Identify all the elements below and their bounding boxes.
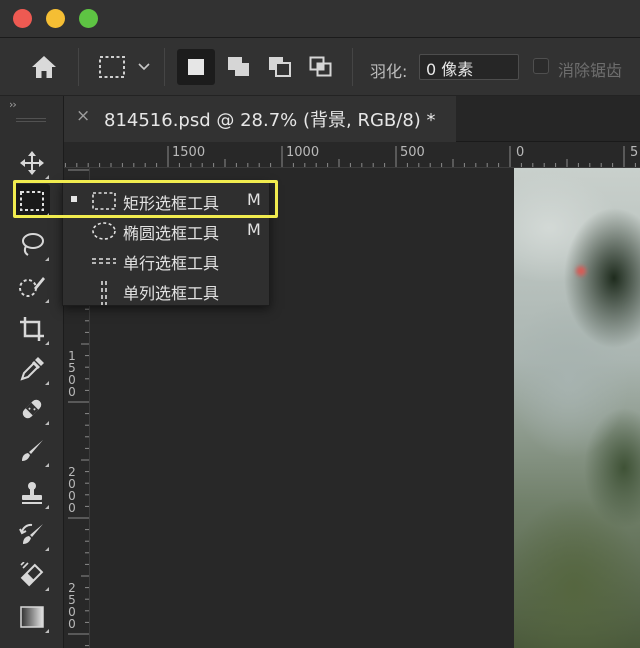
feather-label: 羽化:	[370, 62, 408, 81]
new-selection-icon[interactable]	[177, 49, 215, 85]
add-to-selection-icon[interactable]	[220, 49, 258, 85]
tool-options-bar: 羽化: 0 像素 消除锯齿	[0, 38, 640, 96]
move-tool-icon[interactable]	[14, 146, 50, 180]
chevron-down-icon[interactable]	[134, 54, 154, 80]
eraser-tool-icon[interactable]	[14, 558, 50, 592]
document-image[interactable]	[514, 168, 640, 648]
options-separator	[78, 48, 79, 86]
window-close-button[interactable]	[13, 9, 32, 28]
clone-stamp-tool-icon[interactable]	[14, 476, 50, 510]
document-tab-strip: × 814516.psd @ 28.7% (背景, RGB/8) *	[64, 96, 640, 142]
quick-selection-tool-icon[interactable]	[14, 270, 50, 304]
document-tab[interactable]: × 814516.psd @ 28.7% (背景, RGB/8) *	[64, 96, 456, 142]
ruler-label: 500	[400, 145, 425, 160]
gradient-tool-icon[interactable]	[14, 600, 50, 634]
rect-marquee-preset-icon[interactable]	[96, 52, 128, 82]
antialias-checkbox[interactable]	[533, 58, 549, 74]
window-minimize-button[interactable]	[46, 9, 65, 28]
menu-item-single-row-marquee[interactable]: 单行选框工具	[63, 245, 269, 275]
feather-input[interactable]: 0 像素	[419, 54, 519, 80]
ruler-label: 1500	[172, 145, 206, 160]
eyedropper-tool-icon[interactable]	[14, 352, 50, 386]
crop-tool-icon[interactable]	[14, 312, 50, 346]
menu-item-shortcut: M	[247, 220, 261, 239]
ruler-label: 1000	[286, 145, 320, 160]
current-tool-bullet	[71, 196, 77, 202]
single-row-marquee-icon	[91, 251, 117, 271]
toolbar-collapse-button[interactable]: ››	[9, 98, 17, 111]
ruler-label: 1 5 0 0	[68, 349, 76, 399]
document-tab-title: 814516.psd @ 28.7% (背景, RGB/8) *	[104, 110, 436, 131]
menu-item-single-column-marquee[interactable]: 单列选框工具	[63, 275, 269, 305]
lasso-tool-icon[interactable]	[14, 228, 50, 262]
options-separator	[352, 48, 353, 86]
horizontal-ruler[interactable]: 1500 1000 500 0 5	[64, 142, 640, 168]
toolbar-grip[interactable]	[16, 118, 46, 122]
intersect-selection-icon[interactable]	[302, 49, 340, 85]
subtract-from-selection-icon[interactable]	[261, 49, 299, 85]
menu-item-label: 矩形选框工具	[123, 194, 220, 213]
ruler-label: 2 5 0 0	[68, 581, 76, 631]
history-brush-tool-icon[interactable]	[14, 518, 50, 552]
menu-item-rect-marquee[interactable]: 矩形选框工具 M	[63, 185, 269, 215]
close-tab-icon[interactable]: ×	[76, 106, 90, 126]
menu-item-shortcut: M	[247, 190, 261, 209]
window-titlebar	[0, 0, 640, 38]
image-detail	[576, 266, 586, 276]
ellipse-marquee-icon	[91, 221, 117, 241]
menu-item-label: 椭圆选框工具	[123, 224, 220, 243]
window-maximize-button[interactable]	[79, 9, 98, 28]
menu-item-label: 单行选框工具	[123, 254, 220, 273]
single-column-marquee-icon	[91, 281, 117, 305]
rect-marquee-icon	[91, 191, 117, 211]
healing-brush-tool-icon[interactable]	[14, 392, 50, 426]
options-separator	[164, 48, 165, 86]
tools-panel: ››	[0, 96, 64, 648]
ruler-label: 5	[630, 145, 639, 160]
brush-tool-icon[interactable]	[14, 434, 50, 468]
menu-item-label: 单列选框工具	[123, 284, 220, 303]
menu-item-ellipse-marquee[interactable]: 椭圆选框工具 M	[63, 215, 269, 245]
antialias-label: 消除锯齿	[558, 61, 623, 80]
home-icon[interactable]	[26, 52, 62, 82]
marquee-tools-flyout: 矩形选框工具 M 椭圆选框工具 M 单行选框工具 单列选框工具	[62, 182, 270, 306]
rect-marquee-tool-icon[interactable]	[14, 184, 50, 218]
ruler-label: 0	[516, 145, 525, 160]
ruler-label: 2 0 0 0	[68, 465, 76, 515]
